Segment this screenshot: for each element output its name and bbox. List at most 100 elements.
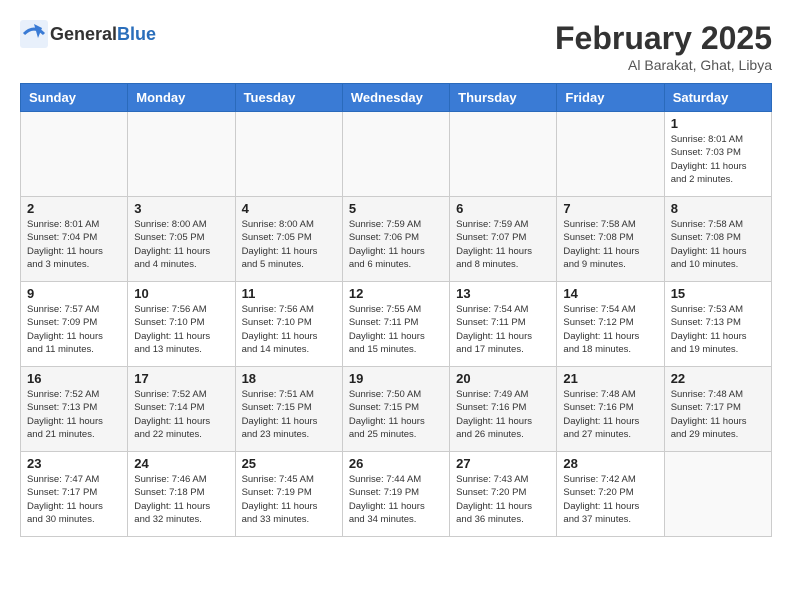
day-number: 28 — [563, 456, 657, 471]
calendar-header-row: SundayMondayTuesdayWednesdayThursdayFrid… — [21, 84, 772, 112]
calendar-cell: 26 Sunrise: 7:44 AM Sunset: 7:19 PM Dayli… — [342, 452, 449, 537]
calendar-cell: 20 Sunrise: 7:49 AM Sunset: 7:16 PM Dayli… — [450, 367, 557, 452]
calendar-cell: 6 Sunrise: 7:59 AM Sunset: 7:07 PM Daylig… — [450, 197, 557, 282]
day-number: 17 — [134, 371, 228, 386]
day-number: 13 — [456, 286, 550, 301]
calendar-cell — [450, 112, 557, 197]
day-number: 25 — [242, 456, 336, 471]
day-number: 12 — [349, 286, 443, 301]
day-number: 20 — [456, 371, 550, 386]
day-info: Sunrise: 7:58 AM Sunset: 7:08 PM Dayligh… — [671, 218, 765, 271]
logo-icon — [20, 20, 48, 48]
logo-blue: Blue — [117, 24, 156, 44]
day-info: Sunrise: 7:56 AM Sunset: 7:10 PM Dayligh… — [242, 303, 336, 356]
day-info: Sunrise: 7:43 AM Sunset: 7:20 PM Dayligh… — [456, 473, 550, 526]
header: GeneralBlue February 2025 Al Barakat, Gh… — [20, 20, 772, 73]
day-number: 6 — [456, 201, 550, 216]
calendar-cell — [342, 112, 449, 197]
calendar-cell: 17 Sunrise: 7:52 AM Sunset: 7:14 PM Dayli… — [128, 367, 235, 452]
calendar-cell: 23Sunrise: 7:47 AM Sunset: 7:17 PM Dayli… — [21, 452, 128, 537]
title-area: February 2025 Al Barakat, Ghat, Libya — [555, 20, 772, 73]
day-info: Sunrise: 7:54 AM Sunset: 7:12 PM Dayligh… — [563, 303, 657, 356]
calendar-cell: 7Sunrise: 7:58 AM Sunset: 7:08 PM Daylig… — [557, 197, 664, 282]
calendar-week-0: 1 Sunrise: 8:01 AM Sunset: 7:03 PM Daylig… — [21, 112, 772, 197]
day-info: Sunrise: 7:54 AM Sunset: 7:11 PM Dayligh… — [456, 303, 550, 356]
day-number: 7 — [563, 201, 657, 216]
day-info: Sunrise: 7:48 AM Sunset: 7:17 PM Dayligh… — [671, 388, 765, 441]
calendar-cell: 18 Sunrise: 7:51 AM Sunset: 7:15 PM Dayli… — [235, 367, 342, 452]
calendar-cell: 1 Sunrise: 8:01 AM Sunset: 7:03 PM Daylig… — [664, 112, 771, 197]
day-info: Sunrise: 7:55 AM Sunset: 7:11 PM Dayligh… — [349, 303, 443, 356]
day-number: 19 — [349, 371, 443, 386]
calendar-cell — [557, 112, 664, 197]
calendar-cell: 12 Sunrise: 7:55 AM Sunset: 7:11 PM Dayli… — [342, 282, 449, 367]
day-number: 14 — [563, 286, 657, 301]
calendar-table: SundayMondayTuesdayWednesdayThursdayFrid… — [20, 83, 772, 537]
day-number: 23 — [27, 456, 121, 471]
day-number: 5 — [349, 201, 443, 216]
day-info: Sunrise: 7:44 AM Sunset: 7:19 PM Dayligh… — [349, 473, 443, 526]
day-info: Sunrise: 8:00 AM Sunset: 7:05 PM Dayligh… — [242, 218, 336, 271]
day-number: 10 — [134, 286, 228, 301]
day-info: Sunrise: 7:52 AM Sunset: 7:13 PM Dayligh… — [27, 388, 121, 441]
calendar-week-1: 2 Sunrise: 8:01 AM Sunset: 7:04 PM Daylig… — [21, 197, 772, 282]
calendar-week-4: 23Sunrise: 7:47 AM Sunset: 7:17 PM Dayli… — [21, 452, 772, 537]
calendar-cell — [235, 112, 342, 197]
calendar-cell — [21, 112, 128, 197]
day-info: Sunrise: 7:48 AM Sunset: 7:16 PM Dayligh… — [563, 388, 657, 441]
day-info: Sunrise: 7:49 AM Sunset: 7:16 PM Dayligh… — [456, 388, 550, 441]
calendar-week-2: 9 Sunrise: 7:57 AM Sunset: 7:09 PM Daylig… — [21, 282, 772, 367]
calendar-cell: 25 Sunrise: 7:45 AM Sunset: 7:19 PM Dayli… — [235, 452, 342, 537]
day-number: 8 — [671, 201, 765, 216]
calendar-cell: 14 Sunrise: 7:54 AM Sunset: 7:12 PM Dayli… — [557, 282, 664, 367]
day-number: 16 — [27, 371, 121, 386]
day-info: Sunrise: 7:57 AM Sunset: 7:09 PM Dayligh… — [27, 303, 121, 356]
calendar-cell: 11 Sunrise: 7:56 AM Sunset: 7:10 PM Dayli… — [235, 282, 342, 367]
day-info: Sunrise: 7:59 AM Sunset: 7:07 PM Dayligh… — [456, 218, 550, 271]
calendar-header-wednesday: Wednesday — [342, 84, 449, 112]
logo: GeneralBlue — [20, 20, 156, 48]
day-number: 2 — [27, 201, 121, 216]
calendar-header-tuesday: Tuesday — [235, 84, 342, 112]
day-info: Sunrise: 7:46 AM Sunset: 7:18 PM Dayligh… — [134, 473, 228, 526]
calendar-cell: 13 Sunrise: 7:54 AM Sunset: 7:11 PM Dayli… — [450, 282, 557, 367]
day-number: 4 — [242, 201, 336, 216]
day-info: Sunrise: 8:01 AM Sunset: 7:03 PM Dayligh… — [671, 133, 765, 186]
calendar-cell: 27 Sunrise: 7:43 AM Sunset: 7:20 PM Dayli… — [450, 452, 557, 537]
day-info: Sunrise: 7:45 AM Sunset: 7:19 PM Dayligh… — [242, 473, 336, 526]
calendar-header-saturday: Saturday — [664, 84, 771, 112]
day-number: 1 — [671, 116, 765, 131]
day-info: Sunrise: 7:51 AM Sunset: 7:15 PM Dayligh… — [242, 388, 336, 441]
day-info: Sunrise: 7:59 AM Sunset: 7:06 PM Dayligh… — [349, 218, 443, 271]
calendar-header-friday: Friday — [557, 84, 664, 112]
day-number: 18 — [242, 371, 336, 386]
calendar-cell: 21 Sunrise: 7:48 AM Sunset: 7:16 PM Dayli… — [557, 367, 664, 452]
calendar-cell: 4 Sunrise: 8:00 AM Sunset: 7:05 PM Daylig… — [235, 197, 342, 282]
calendar-cell — [128, 112, 235, 197]
calendar-cell: 15 Sunrise: 7:53 AM Sunset: 7:13 PM Dayli… — [664, 282, 771, 367]
day-info: Sunrise: 8:00 AM Sunset: 7:05 PM Dayligh… — [134, 218, 228, 271]
calendar-week-3: 16 Sunrise: 7:52 AM Sunset: 7:13 PM Dayli… — [21, 367, 772, 452]
day-number: 9 — [27, 286, 121, 301]
day-info: Sunrise: 7:56 AM Sunset: 7:10 PM Dayligh… — [134, 303, 228, 356]
day-info: Sunrise: 8:01 AM Sunset: 7:04 PM Dayligh… — [27, 218, 121, 271]
day-number: 27 — [456, 456, 550, 471]
day-number: 26 — [349, 456, 443, 471]
calendar-header-monday: Monday — [128, 84, 235, 112]
calendar-subtitle: Al Barakat, Ghat, Libya — [555, 57, 772, 73]
calendar-cell: 19 Sunrise: 7:50 AM Sunset: 7:15 PM Dayli… — [342, 367, 449, 452]
day-info: Sunrise: 7:52 AM Sunset: 7:14 PM Dayligh… — [134, 388, 228, 441]
day-info: Sunrise: 7:50 AM Sunset: 7:15 PM Dayligh… — [349, 388, 443, 441]
day-number: 3 — [134, 201, 228, 216]
calendar-cell: 28Sunrise: 7:42 AM Sunset: 7:20 PM Dayli… — [557, 452, 664, 537]
day-number: 22 — [671, 371, 765, 386]
calendar-cell: 9 Sunrise: 7:57 AM Sunset: 7:09 PM Daylig… — [21, 282, 128, 367]
day-number: 11 — [242, 286, 336, 301]
calendar-header-sunday: Sunday — [21, 84, 128, 112]
day-number: 21 — [563, 371, 657, 386]
day-number: 15 — [671, 286, 765, 301]
day-info: Sunrise: 7:53 AM Sunset: 7:13 PM Dayligh… — [671, 303, 765, 356]
calendar-header-thursday: Thursday — [450, 84, 557, 112]
calendar-cell: 22 Sunrise: 7:48 AM Sunset: 7:17 PM Dayli… — [664, 367, 771, 452]
calendar-cell: 8 Sunrise: 7:58 AM Sunset: 7:08 PM Daylig… — [664, 197, 771, 282]
